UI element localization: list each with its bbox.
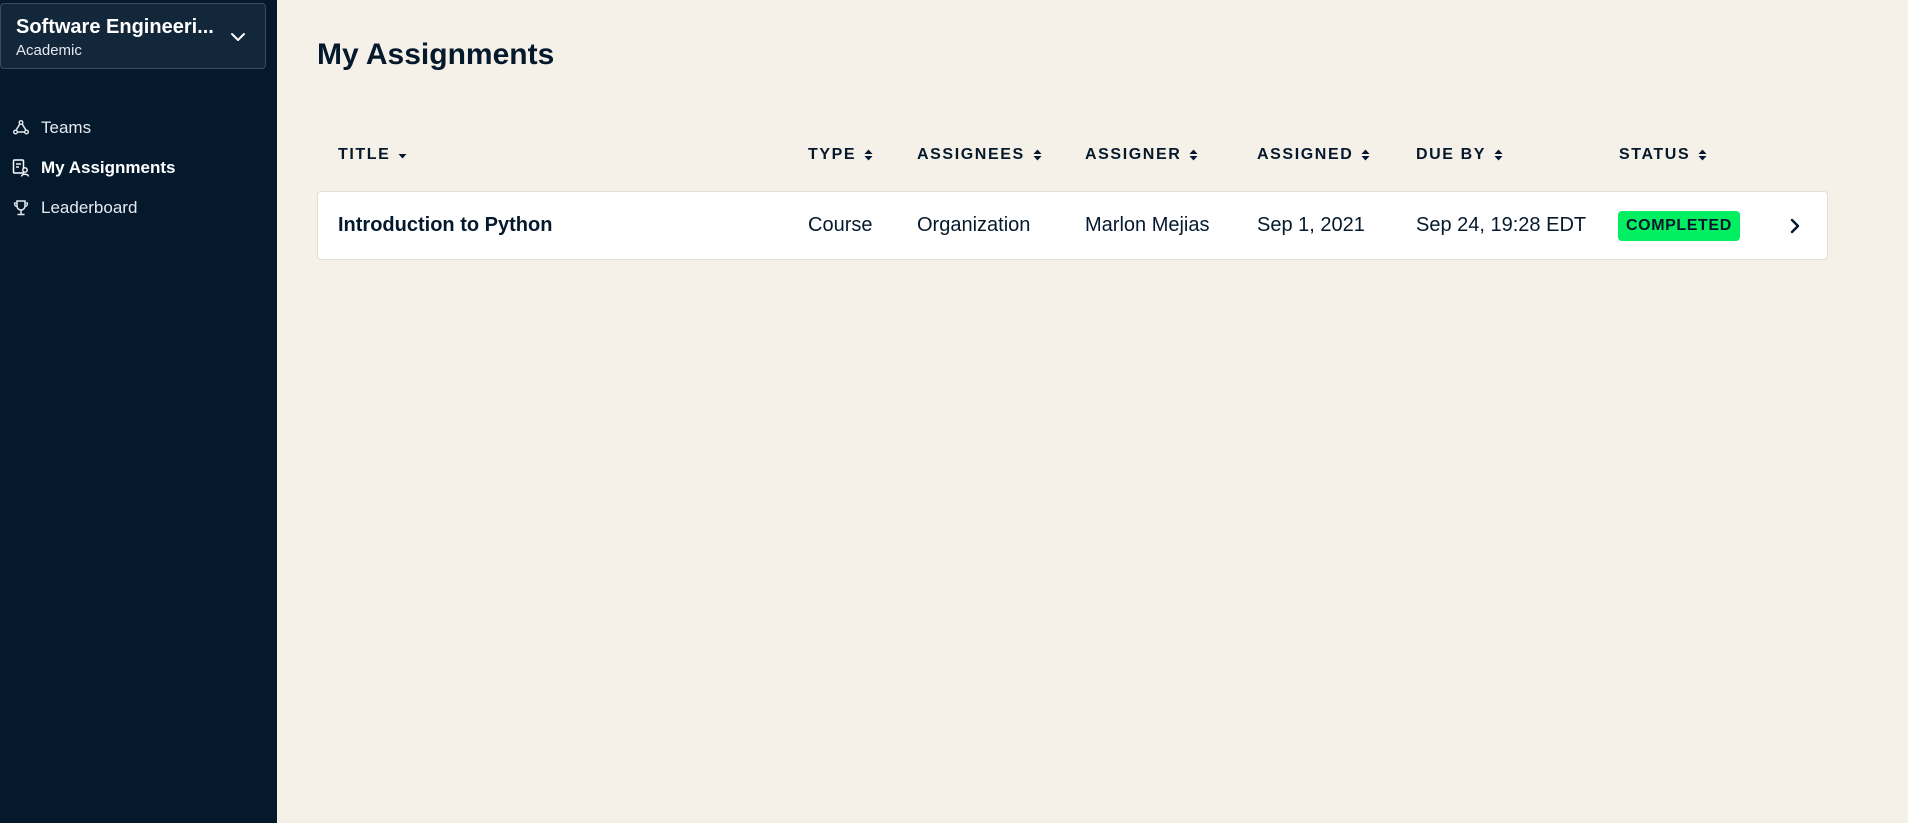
assignment-assignees: Organization	[917, 214, 1031, 236]
status-cell: COMPLETED	[1618, 192, 1740, 259]
sidebar-item-leaderboard[interactable]: Leaderboard	[0, 188, 277, 228]
sidebar: Software Engineeri... Academic Teams My …	[0, 0, 277, 823]
sidebar-item-label: My Assignments	[41, 158, 176, 177]
organization-name: Software Engineeri...	[16, 16, 214, 38]
column-header-label: TITLE	[338, 146, 391, 163]
organization-type: Academic	[16, 42, 82, 59]
sidebar-item-teams[interactable]: Teams	[0, 108, 277, 148]
column-header-title[interactable]: TITLE	[338, 146, 407, 164]
sidebar-item-label: Leaderboard	[41, 198, 138, 217]
organization-switcher[interactable]: Software Engineeri... Academic	[0, 3, 266, 69]
sort-icon	[864, 149, 873, 161]
column-header-label: TYPE	[808, 146, 857, 163]
column-header-assigner[interactable]: ASSIGNER	[1085, 146, 1198, 164]
sidebar-item-label: Teams	[41, 118, 92, 137]
assignment-due-date: Sep 24, 19:28 EDT	[1416, 214, 1587, 236]
column-header-label: ASSIGNEES	[917, 146, 1025, 163]
column-header-type[interactable]: TYPE	[808, 146, 873, 164]
column-header-label: DUE BY	[1416, 146, 1487, 163]
assignment-title: Introduction to Python	[338, 214, 553, 236]
sidebar-nav: Teams My Assignments Leaderboard	[0, 108, 277, 228]
sort-icon	[1361, 149, 1370, 161]
column-header-assigned[interactable]: ASSIGNED	[1257, 146, 1370, 164]
assignment-assigned-date: Sep 1, 2021	[1257, 214, 1365, 236]
sort-descending-icon	[398, 154, 407, 159]
column-header-due-by[interactable]: DUE BY	[1416, 146, 1503, 164]
assignments-icon	[12, 159, 30, 177]
assignment-type: Course	[808, 214, 873, 236]
table-row[interactable]: Introduction to Python Course Organizati…	[317, 191, 1828, 260]
column-header-label: ASSIGNED	[1257, 146, 1354, 163]
column-header-label: ASSIGNER	[1085, 146, 1182, 163]
teams-icon	[13, 120, 29, 135]
sort-icon	[1189, 149, 1198, 161]
column-header-status[interactable]: STATUS	[1619, 146, 1707, 164]
column-header-assignees[interactable]: ASSIGNEES	[917, 146, 1042, 164]
column-header-label: STATUS	[1619, 146, 1691, 163]
sort-icon	[1033, 149, 1042, 161]
table-header: TITLE TYPE ASSIGNEES ASSIGNER ASSIGNED D…	[317, 146, 1827, 168]
main-content: My Assignments TITLE TYPE ASSIGNEES ASSI…	[277, 0, 1908, 823]
sort-icon	[1698, 149, 1707, 161]
chevron-right-icon[interactable]	[1787, 217, 1803, 235]
status-badge: COMPLETED	[1618, 210, 1740, 241]
trophy-icon	[13, 200, 29, 216]
sort-icon	[1494, 149, 1503, 161]
assignment-assigner: Marlon Mejias	[1085, 214, 1210, 236]
chevron-down-icon	[231, 33, 245, 41]
sidebar-item-my-assignments[interactable]: My Assignments	[0, 148, 277, 188]
page-title: My Assignments	[317, 38, 555, 71]
